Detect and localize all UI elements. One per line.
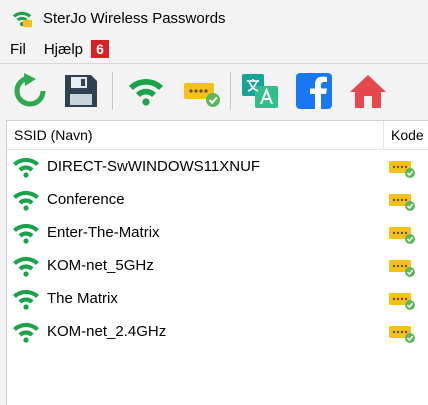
menu-file[interactable]: Fil — [10, 41, 26, 58]
password-key-icon — [389, 293, 415, 310]
title-bar: SterJo Wireless Passwords — [0, 0, 428, 36]
facebook-icon — [296, 73, 332, 109]
table-row[interactable]: The Matrix — [7, 282, 428, 315]
wifi-icon — [13, 190, 39, 211]
table-row[interactable]: KOM-net_5GHz — [7, 249, 428, 282]
network-list[interactable]: SSID (Navn) Kode DIRECT-SwWINDOWS11XNUF … — [6, 120, 428, 405]
wifi-icon — [13, 289, 39, 310]
facebook-button[interactable] — [294, 71, 334, 111]
toolbar — [0, 63, 428, 120]
ssid-label: Conference — [47, 191, 125, 208]
toolbar-separator — [112, 72, 113, 110]
wifi-icon — [129, 78, 163, 106]
wifi-icon — [12, 11, 33, 28]
window-title: SterJo Wireless Passwords — [43, 9, 226, 27]
table-row[interactable]: DIRECT-SwWINDOWS11XNUF — [7, 150, 428, 183]
save-icon — [65, 75, 97, 107]
wifi-button[interactable] — [126, 71, 166, 111]
wifi-icon — [13, 256, 39, 277]
table-row[interactable]: Conference — [7, 183, 428, 216]
column-divider[interactable] — [383, 121, 384, 149]
column-header-ssid[interactable]: SSID (Navn) — [14, 127, 93, 143]
password-key-icon — [389, 326, 415, 343]
ssid-label: KOM-net_5GHz — [47, 257, 154, 274]
menu-bar: Fil Hjælp 6 — [0, 37, 428, 61]
home-button[interactable] — [348, 71, 388, 111]
list-header: SSID (Navn) Kode — [7, 121, 428, 150]
menu-help[interactable]: Hjælp — [44, 41, 83, 58]
password-key-icon — [184, 83, 220, 107]
password-button[interactable] — [182, 71, 222, 111]
ssid-label: DIRECT-SwWINDOWS11XNUF — [47, 158, 261, 175]
translate-icon — [242, 74, 278, 108]
ssid-label: Enter-The-Matrix — [47, 224, 160, 241]
save-button[interactable] — [60, 71, 100, 111]
password-key-icon — [389, 161, 415, 178]
wifi-icon — [13, 157, 39, 178]
toolbar-separator — [230, 72, 231, 110]
table-row[interactable]: KOM-net_2.4GHz — [7, 315, 428, 348]
home-icon — [350, 75, 386, 108]
column-header-key[interactable]: Kode — [391, 127, 424, 143]
step-badge: 6 — [91, 40, 110, 58]
wifi-icon — [13, 322, 39, 343]
translate-button[interactable] — [240, 71, 280, 111]
wifi-icon — [13, 223, 39, 244]
password-key-icon — [389, 260, 415, 277]
ssid-label: KOM-net_2.4GHz — [47, 323, 167, 340]
table-row[interactable]: Enter-The-Matrix — [7, 216, 428, 249]
ssid-label: The Matrix — [47, 290, 118, 307]
refresh-button[interactable] — [10, 71, 50, 111]
password-key-icon — [389, 227, 415, 244]
password-key-icon — [389, 194, 415, 211]
refresh-icon — [14, 73, 46, 107]
